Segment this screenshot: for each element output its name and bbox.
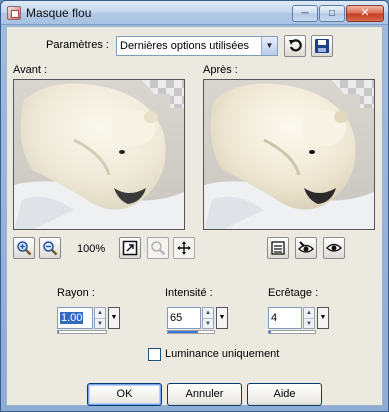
- spin-up-icon[interactable]: ▲: [304, 308, 314, 318]
- save-preset-button[interactable]: [311, 35, 333, 57]
- intensite-input[interactable]: 65: [167, 307, 201, 329]
- intensite-slider-dropdown[interactable]: ▼: [216, 307, 228, 329]
- before-preview[interactable]: [13, 79, 185, 230]
- ecretage-label: Ecrêtage :: [268, 287, 319, 299]
- zoom-out-button[interactable]: [39, 237, 61, 259]
- spin-down-icon[interactable]: ▼: [95, 318, 105, 328]
- fit-window-icon: [122, 240, 138, 256]
- ecretage-level-bar: [268, 330, 316, 334]
- params-combo-value: Dernières options utilisées: [120, 40, 250, 52]
- minimize-button[interactable]: ─: [292, 5, 318, 22]
- ecretage-slider-dropdown[interactable]: ▼: [317, 307, 329, 329]
- zoom-in-button[interactable]: [13, 237, 35, 259]
- spin-down-icon[interactable]: ▼: [203, 318, 213, 328]
- zoom-disabled-icon: [151, 241, 166, 256]
- intensite-level-fill: [168, 331, 198, 333]
- spin-up-icon[interactable]: ▲: [203, 308, 213, 318]
- window-title: Masque flou: [26, 6, 92, 20]
- intensite-spinner[interactable]: ▲ ▼: [202, 307, 214, 329]
- help-button[interactable]: Aide: [247, 383, 322, 406]
- reset-icon: [289, 39, 302, 52]
- pan-button[interactable]: [173, 237, 195, 259]
- luminance-checkbox[interactable]: [148, 348, 161, 361]
- title-bar[interactable]: Masque flou ─ □ ✕: [1, 1, 388, 25]
- zoom-out-icon: [43, 241, 58, 256]
- dialog-window: Masque flou ─ □ ✕ Paramètres : Dernières…: [0, 0, 389, 412]
- params-label: Paramètres :: [46, 39, 109, 51]
- after-label: Après :: [203, 64, 238, 76]
- show-preview-button[interactable]: [323, 237, 345, 259]
- auto-proof-button[interactable]: [295, 237, 317, 259]
- proof-button[interactable]: [267, 237, 289, 259]
- ok-button[interactable]: OK: [87, 383, 162, 406]
- zoom-proof-button[interactable]: [147, 237, 169, 259]
- close-button[interactable]: ✕: [346, 5, 384, 22]
- polar-bear-image: [204, 80, 374, 229]
- dialog-client-area: Paramètres : Dernières options utilisées…: [6, 26, 383, 406]
- rayon-level-bar: [57, 330, 107, 334]
- spin-up-icon[interactable]: ▲: [95, 308, 105, 318]
- move-icon: [177, 241, 191, 255]
- intensite-value: 65: [170, 312, 183, 324]
- before-label: Avant :: [13, 64, 48, 76]
- eye-icon: [326, 243, 342, 252]
- polar-bear-image: [14, 80, 184, 229]
- ecretage-spinner[interactable]: ▲ ▼: [303, 307, 315, 329]
- intensite-label: Intensité :: [165, 287, 213, 299]
- ecretage-input[interactable]: 4: [268, 307, 302, 329]
- after-preview[interactable]: [203, 79, 375, 230]
- rayon-slider-dropdown[interactable]: ▼: [108, 307, 120, 329]
- app-icon: [7, 6, 21, 20]
- chevron-down-icon[interactable]: ▼: [261, 37, 277, 55]
- rayon-label: Rayon :: [57, 287, 95, 299]
- auto-proof-icon: [298, 241, 314, 253]
- rayon-level-fill: [58, 331, 59, 333]
- luminance-label[interactable]: Luminance uniquement: [165, 348, 279, 360]
- zoom-level: 100%: [77, 243, 106, 255]
- ecretage-value: 4: [271, 312, 278, 324]
- cancel-button[interactable]: Annuler: [167, 383, 242, 406]
- zoom-in-icon: [17, 241, 32, 256]
- intensite-level-bar: [167, 330, 215, 334]
- save-icon: [315, 39, 329, 53]
- fit-window-button[interactable]: [119, 237, 141, 259]
- ecretage-level-fill: [269, 331, 271, 333]
- rayon-spinner[interactable]: ▲ ▼: [94, 307, 106, 329]
- reset-button[interactable]: [284, 35, 306, 57]
- proof-icon: [271, 241, 285, 255]
- maximize-button[interactable]: □: [319, 5, 345, 22]
- params-combo[interactable]: Dernières options utilisées ▼: [116, 36, 278, 56]
- rayon-input[interactable]: 1.00: [57, 307, 93, 329]
- rayon-value: 1.00: [60, 312, 84, 324]
- spin-down-icon[interactable]: ▼: [304, 318, 314, 328]
